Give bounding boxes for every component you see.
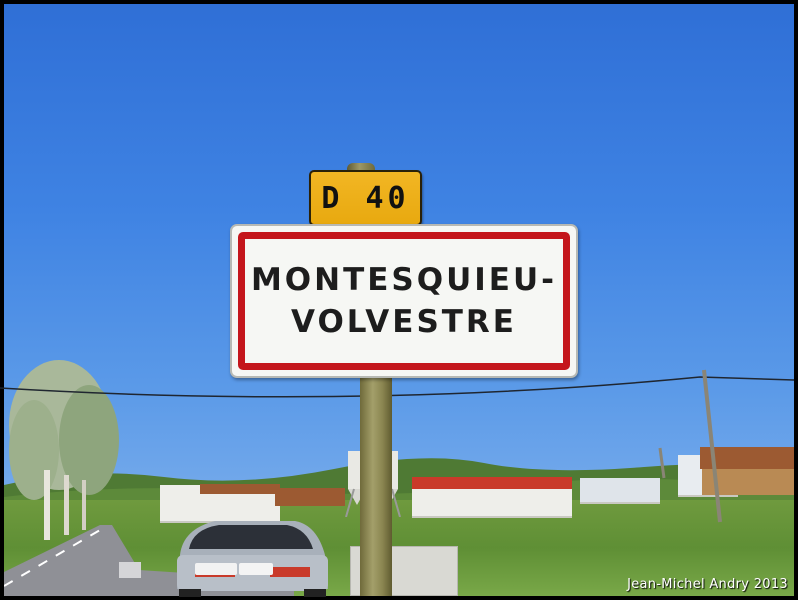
- red-roof-building: [412, 486, 572, 518]
- red-roof: [412, 477, 572, 489]
- route-number-text: D 40: [321, 180, 410, 216]
- warehouse-roof: [200, 484, 280, 494]
- town-sign-red-border: MONTESQUIEU- VOLVESTRE: [238, 232, 570, 370]
- town-name-line-1: MONTESQUIEU-: [250, 262, 558, 298]
- wood-house: [702, 465, 794, 495]
- parked-car: [177, 521, 328, 597]
- photo-scene: D 40 MONTESQUIEU- VOLVESTRE Jean-Michel …: [0, 0, 798, 600]
- photo-credit: Jean-Michel Andry 2013: [627, 577, 788, 592]
- route-number-sign: D 40: [309, 170, 422, 226]
- wood-house-roof: [700, 447, 794, 469]
- town-entrance-sign: MONTESQUIEU- VOLVESTRE: [230, 224, 578, 378]
- tree-row: [9, 360, 119, 540]
- house-roof: [275, 488, 345, 506]
- industrial-building: [580, 478, 660, 504]
- town-name-line-2: VOLVESTRE: [291, 304, 517, 340]
